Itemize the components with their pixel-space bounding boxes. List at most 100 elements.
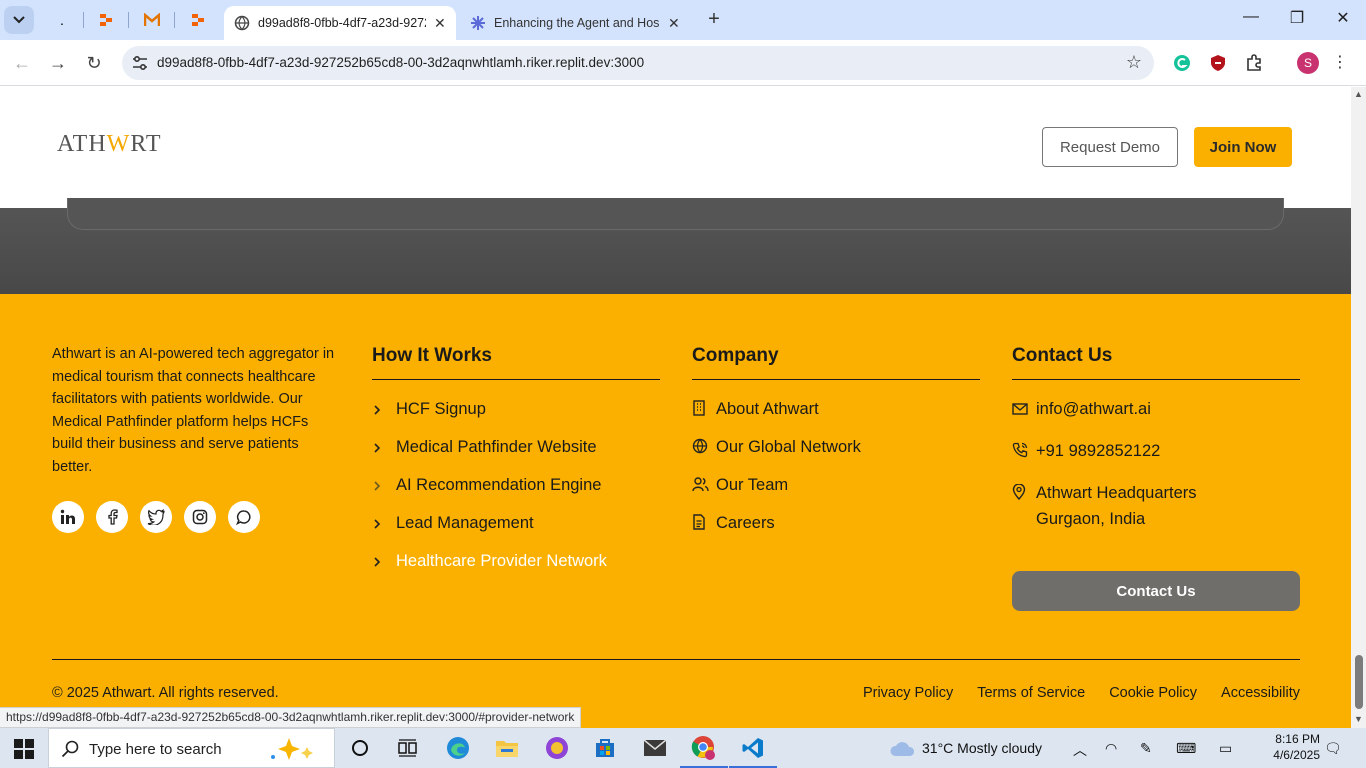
keyboard-icon[interactable]: ⌨ xyxy=(1176,740,1196,757)
cortana-button[interactable] xyxy=(346,734,374,762)
replit-icon xyxy=(100,14,112,26)
url-text: d99ad8f8-0fbb-4df7-a23d-927252b65cd8-00-… xyxy=(157,55,645,70)
start-button[interactable] xyxy=(14,739,34,764)
tab-divider xyxy=(128,12,129,28)
globe-icon xyxy=(234,15,250,31)
link-lead-management[interactable]: Lead Management xyxy=(372,512,660,550)
contact-phone[interactable]: +91 9892852122 xyxy=(1012,440,1300,482)
how-it-works-heading: How It Works xyxy=(372,345,660,380)
contact-column: Contact Us info@athwart.ai +91 989285212… xyxy=(1012,345,1300,552)
request-demo-button[interactable]: Request Demo xyxy=(1042,127,1178,167)
link-our-global-network[interactable]: Our Global Network xyxy=(692,436,980,474)
building-icon xyxy=(692,398,716,422)
contact-email[interactable]: info@athwart.ai xyxy=(1012,398,1300,440)
link-careers[interactable]: Careers xyxy=(692,512,980,550)
tab-active[interactable]: d99ad8f8-0fbb-4df7-a23d-927252b65cd8-00-… xyxy=(224,6,456,40)
link-label: Careers xyxy=(716,514,775,532)
circle-icon xyxy=(352,740,368,756)
vscode-taskbar-icon[interactable] xyxy=(739,734,767,762)
browser-toolbar: ← → ↻ d99ad8f8-0fbb-4df7-a23d-927252b65c… xyxy=(0,40,1366,86)
linkedin-icon xyxy=(60,509,75,524)
profile-avatar[interactable]: S xyxy=(1297,52,1319,74)
social-links xyxy=(52,501,260,533)
notifications-icon[interactable]: 🗨 xyxy=(1324,740,1342,757)
cookie-policy-link[interactable]: Cookie Policy xyxy=(1109,685,1197,701)
link-about-athwart[interactable]: About Athwart xyxy=(692,398,980,436)
forward-button[interactable]: → xyxy=(45,50,71,76)
reload-button[interactable]: ↻ xyxy=(81,50,107,76)
privacy-policy-link[interactable]: Privacy Policy xyxy=(863,685,953,701)
tab-inactive[interactable]: Enhancing the Agent and Hospital ✕ xyxy=(460,6,696,40)
chevron-down-icon xyxy=(13,16,25,24)
facebook-link[interactable] xyxy=(96,501,128,533)
chevron-up-icon[interactable]: ︿ xyxy=(1073,740,1087,760)
tab-search-button[interactable] xyxy=(4,6,34,34)
link-medical-pathfinder-website[interactable]: Medical Pathfinder Website xyxy=(372,436,660,474)
shield-extension-icon[interactable] xyxy=(1208,53,1228,73)
close-tab-icon[interactable]: ✕ xyxy=(668,15,680,32)
grammarly-extension-icon[interactable] xyxy=(1172,53,1192,73)
accessibility-link[interactable]: Accessibility xyxy=(1221,685,1300,701)
network-icon[interactable]: ◠ xyxy=(1105,740,1117,757)
link-label: Healthcare Provider Network xyxy=(396,552,607,570)
site-info-icon xyxy=(133,55,147,71)
terms-of-service-link[interactable]: Terms of Service xyxy=(977,685,1085,701)
edge-taskbar-icon[interactable] xyxy=(444,734,472,762)
minimize-button[interactable]: — xyxy=(1236,8,1266,32)
cloud-icon xyxy=(890,742,915,756)
task-view-button[interactable] xyxy=(394,734,422,762)
join-now-button[interactable]: Join Now xyxy=(1194,127,1292,167)
scroll-up-arrow-icon[interactable]: ▲ xyxy=(1354,89,1363,99)
link-ai-recommendation-engine[interactable]: AI Recommendation Engine xyxy=(372,474,660,512)
twitter-icon xyxy=(147,509,165,525)
mail-taskbar-icon[interactable] xyxy=(641,734,669,762)
athwart-logo[interactable]: ATHWRT xyxy=(57,131,162,158)
map-pin-icon xyxy=(1012,482,1036,506)
link-label: About Athwart xyxy=(716,400,819,418)
about-text: Athwart is an AI-powered tech aggregator… xyxy=(52,346,335,475)
new-tab-button[interactable]: + xyxy=(703,8,725,30)
file-explorer-taskbar-icon[interactable] xyxy=(493,734,521,762)
pinned-tab-4[interactable] xyxy=(186,8,210,32)
instagram-link[interactable] xyxy=(184,501,216,533)
linkedin-link[interactable] xyxy=(52,501,84,533)
contact-address: Athwart Headquarters Gurgaon, India xyxy=(1012,482,1300,552)
link-healthcare-provider-network[interactable]: Healthcare Provider Network xyxy=(372,550,660,588)
display-icon[interactable]: ▭ xyxy=(1219,740,1232,757)
contact-us-button[interactable]: Contact Us xyxy=(1012,571,1300,611)
bookmark-star-icon[interactable]: ☆ xyxy=(1126,52,1142,73)
claude-icon xyxy=(471,16,485,30)
twitter-link[interactable] xyxy=(140,501,172,533)
arrow-right-icon: → xyxy=(49,52,67,73)
pinned-tab-3[interactable] xyxy=(140,8,164,32)
mail-icon xyxy=(1012,398,1036,422)
menu-kebab-icon[interactable]: ⋮ xyxy=(1330,53,1350,73)
pinned-tab-1[interactable]: . xyxy=(50,8,74,32)
app-taskbar-icon[interactable] xyxy=(543,734,571,762)
back-button[interactable]: ← xyxy=(9,50,35,76)
store-taskbar-icon[interactable] xyxy=(591,734,619,762)
chrome-taskbar-icon[interactable] xyxy=(690,734,718,762)
weather-text[interactable]: 31°C Mostly cloudy xyxy=(922,740,1042,756)
restore-button[interactable]: ❐ xyxy=(1282,8,1312,32)
link-label: Lead Management xyxy=(396,514,534,532)
weather-widget[interactable] xyxy=(888,734,916,762)
link-hcf-signup[interactable]: HCF Signup xyxy=(372,398,660,436)
taskbar-search-box[interactable]: Type here to search xyxy=(48,728,335,768)
scrollbar-thumb[interactable] xyxy=(1355,655,1363,709)
task-view-icon xyxy=(398,739,417,757)
contact-heading: Contact Us xyxy=(1012,345,1300,380)
page-scrollbar[interactable]: ▲ ▼ xyxy=(1351,87,1366,728)
extensions-puzzle-icon[interactable] xyxy=(1244,53,1264,73)
clock[interactable]: 8:16 PM 4/6/2025 xyxy=(1260,731,1320,763)
address-bar[interactable]: d99ad8f8-0fbb-4df7-a23d-927252b65cd8-00-… xyxy=(122,46,1154,80)
close-window-button[interactable]: ✕ xyxy=(1328,8,1358,32)
windows-taskbar: Type here to search 31°C Mostly cloudy ︿… xyxy=(0,728,1366,768)
pinned-tab-2[interactable] xyxy=(94,8,118,32)
close-tab-icon[interactable]: ✕ xyxy=(434,15,446,32)
link-our-team[interactable]: Our Team xyxy=(692,474,980,512)
pen-icon[interactable]: ✎ xyxy=(1140,740,1152,757)
chat-link[interactable] xyxy=(228,501,260,533)
scroll-down-arrow-icon[interactable]: ▼ xyxy=(1354,714,1363,724)
copyright-text: © 2025 Athwart. All rights reserved. xyxy=(52,685,279,701)
